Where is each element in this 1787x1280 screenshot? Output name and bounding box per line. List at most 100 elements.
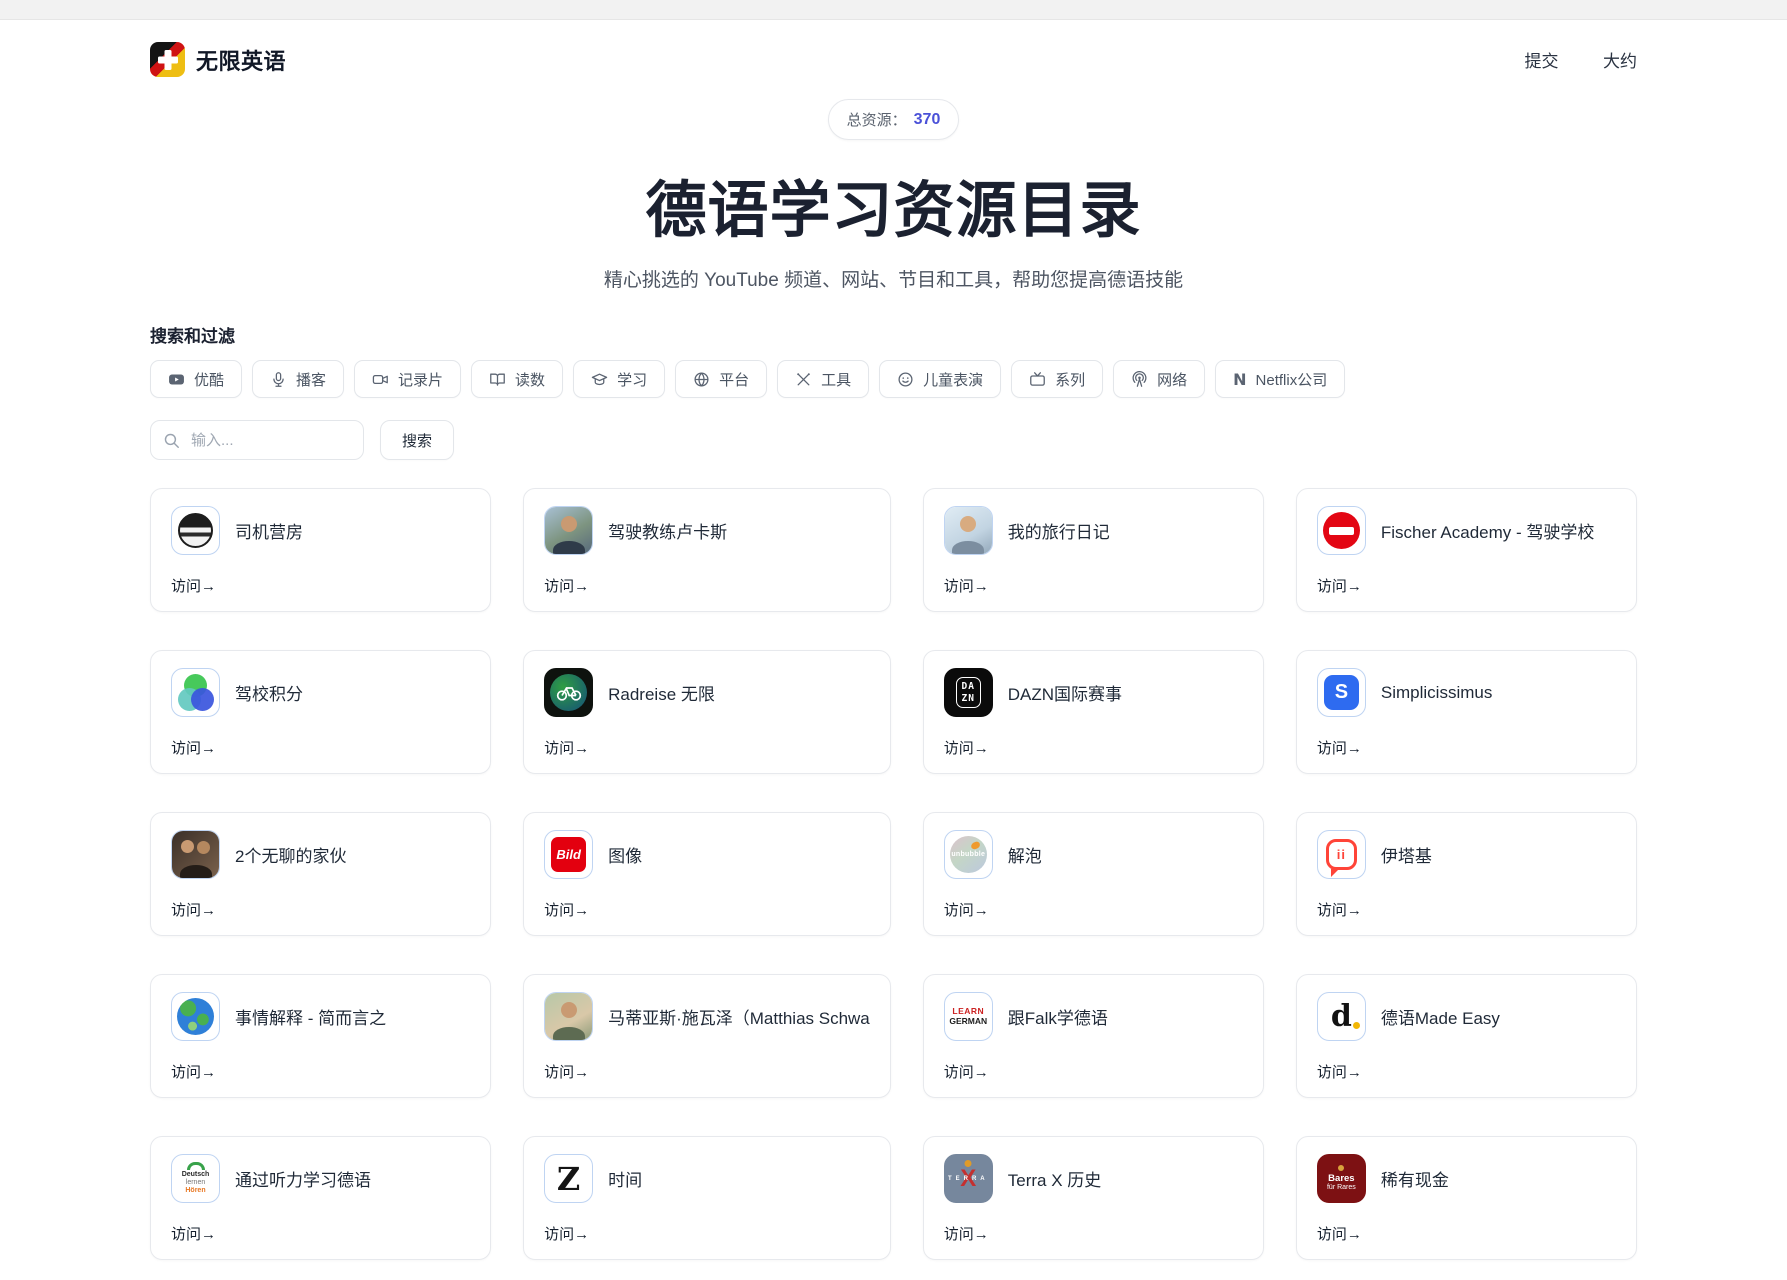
deutsch-hoeren-icon: DeutschlernenHören xyxy=(171,1154,220,1203)
resource-title: 时间 xyxy=(608,1166,642,1191)
brand-name: 无限英语 xyxy=(196,44,286,76)
smiley-icon xyxy=(897,371,914,388)
visit-link[interactable]: 访问→ xyxy=(171,1223,216,1244)
resource-title: Radreise 无限 xyxy=(608,680,715,705)
visit-link[interactable]: 访问→ xyxy=(171,1061,216,1082)
resource-title: 跟Falk学德语 xyxy=(1008,1004,1108,1029)
resource-title: 驾校积分 xyxy=(235,680,303,705)
search-input[interactable] xyxy=(189,431,351,450)
resource-card: LEARNGERMAN 跟Falk学德语 访问→ xyxy=(923,974,1264,1098)
filter-chip-label: Netflix公司 xyxy=(1256,369,1328,390)
filter-chip-series[interactable]: 系列 xyxy=(1011,360,1103,398)
resource-title: DAZN国际赛事 xyxy=(1008,680,1122,705)
resource-card: 事情解释 - 简而言之 访问→ xyxy=(150,974,491,1098)
netflix-icon: N xyxy=(1233,370,1246,389)
resource-title: 司机营房 xyxy=(235,518,303,543)
filter-chip-kids[interactable]: 儿童表演 xyxy=(879,360,1001,398)
visit-link[interactable]: 访问→ xyxy=(944,737,989,758)
brand[interactable]: 无限英语 xyxy=(150,42,286,77)
brand-flag-logo-icon xyxy=(150,42,185,77)
visit-link[interactable]: 访问→ xyxy=(944,1223,989,1244)
visit-link[interactable]: 访问→ xyxy=(1317,1223,1362,1244)
search-button[interactable]: 搜索 xyxy=(380,420,454,460)
filter-chip-documentary[interactable]: 记录片 xyxy=(354,360,461,398)
unbubble-icon: unbubble xyxy=(944,830,993,879)
resource-card: 我的旅行日记 访问→ xyxy=(923,488,1264,612)
bild-icon: Bild xyxy=(544,830,593,879)
visit-link[interactable]: 访问→ xyxy=(944,899,989,920)
visit-link[interactable]: 访问→ xyxy=(544,737,589,758)
hero-section: 总资源： 370 德语学习资源目录 精心挑选的 YouTube 频道、网站、节目… xyxy=(150,99,1637,292)
filter-chip-reading[interactable]: 读数 xyxy=(471,360,563,398)
visit-link[interactable]: 访问→ xyxy=(1317,899,1362,920)
resource-card: 2个无聊的家伙 访问→ xyxy=(150,812,491,936)
resource-card: Z 时间 访问→ xyxy=(523,1136,891,1260)
nav-about-link[interactable]: 大约 xyxy=(1603,52,1637,71)
radreise-bike-icon xyxy=(544,668,593,717)
visit-link[interactable]: 访问→ xyxy=(544,575,589,596)
resources-grid: 司机营房 访问→ 驾驶教练卢卡斯 访问→ 我的旅行日记 访问→ Fischer … xyxy=(150,488,1637,1280)
dazn-icon: DAZN xyxy=(944,668,993,717)
filter-chip-label: 工具 xyxy=(821,369,851,390)
visit-link[interactable]: 访问→ xyxy=(1317,575,1362,596)
filter-chip-learning[interactable]: 学习 xyxy=(573,360,665,398)
visit-link[interactable]: 访问→ xyxy=(1317,737,1362,758)
visit-link[interactable]: 访问→ xyxy=(544,1223,589,1244)
nav-submit-link[interactable]: 提交 xyxy=(1525,52,1559,71)
resource-title: 马蒂亚斯·施瓦泽（Matthias Schwa xyxy=(608,1004,870,1029)
resource-card: unbubble 解泡 访问→ xyxy=(923,812,1264,936)
visit-link[interactable]: 访问→ xyxy=(944,575,989,596)
visit-link[interactable]: 访问→ xyxy=(944,1061,989,1082)
filter-chip-label: 网络 xyxy=(1157,369,1187,390)
filter-chip-youtube[interactable]: 优酷 xyxy=(150,360,242,398)
badge-count: 370 xyxy=(914,111,941,129)
visit-link[interactable]: 访问→ xyxy=(171,899,216,920)
resource-card: Bild 图像 访问→ xyxy=(523,812,891,936)
bares-fur-rares-icon: Baresfür Rares xyxy=(1317,1154,1366,1203)
resource-title: Fischer Academy - 驾驶学校 xyxy=(1381,518,1595,543)
portrait-photo-3-icon xyxy=(544,992,593,1041)
filter-chip-platform[interactable]: 平台 xyxy=(675,360,767,398)
visit-link[interactable]: 访问→ xyxy=(544,899,589,920)
tv-icon xyxy=(1029,371,1046,388)
visit-link[interactable]: 访问→ xyxy=(171,575,216,596)
broadcast-icon xyxy=(1131,371,1148,388)
color-circles-icon xyxy=(171,668,220,717)
earth-globe-icon xyxy=(171,992,220,1041)
main-nav: 提交 大约 xyxy=(1485,47,1637,72)
search-box[interactable] xyxy=(150,420,364,460)
visit-link[interactable]: 访问→ xyxy=(1317,1061,1362,1082)
filter-chip-label: 播客 xyxy=(296,369,326,390)
simplicissimus-s-icon: S xyxy=(1317,668,1366,717)
resource-card: 马蒂亚斯·施瓦泽（Matthias Schwa 访问→ xyxy=(523,974,891,1098)
resource-title: 德语Made Easy xyxy=(1381,1004,1500,1029)
filter-chip-label: 学习 xyxy=(617,369,647,390)
filter-chip-tools[interactable]: 工具 xyxy=(777,360,869,398)
resource-title: 解泡 xyxy=(1008,842,1042,867)
tools-icon xyxy=(795,371,812,388)
filter-chip-label: 平台 xyxy=(719,369,749,390)
filter-chip-network[interactable]: 网络 xyxy=(1113,360,1205,398)
filter-chip-podcast[interactable]: 播客 xyxy=(252,360,344,398)
app-header: 无限英语 提交 大约 xyxy=(150,20,1637,85)
total-resources-badge: 总资源： 370 xyxy=(828,99,960,140)
resource-title: 稀有现金 xyxy=(1381,1166,1449,1191)
resource-title: 通过听力学习德语 xyxy=(235,1166,371,1191)
globe-icon xyxy=(693,371,710,388)
filter-chip-netflix[interactable]: N Netflix公司 xyxy=(1215,360,1345,398)
filter-chip-label: 读数 xyxy=(515,369,545,390)
resource-title: 驾驶教练卢卡斯 xyxy=(608,518,727,543)
youtube-icon xyxy=(168,371,185,388)
zeit-z-icon: Z xyxy=(544,1154,593,1203)
resource-card: ii 伊塔基 访问→ xyxy=(1296,812,1637,936)
page-subtitle: 精心挑选的 YouTube 频道、网站、节目和工具，帮助您提高德语技能 xyxy=(150,265,1637,292)
visit-link[interactable]: 访问→ xyxy=(171,737,216,758)
visit-link[interactable]: 访问→ xyxy=(544,1061,589,1082)
portrait-photo-2-icon xyxy=(944,506,993,555)
filter-chip-label: 系列 xyxy=(1055,369,1085,390)
filters-section: 搜索和过滤 优酷 播客 记录片 读数 学习 平台 工具 儿童表演 系列 网络 N… xyxy=(150,322,1637,460)
microphone-icon xyxy=(270,371,287,388)
resource-card: 驾驶教练卢卡斯 访问→ xyxy=(523,488,891,612)
graduation-cap-icon xyxy=(591,371,608,388)
resource-card: 司机营房 访问→ xyxy=(150,488,491,612)
